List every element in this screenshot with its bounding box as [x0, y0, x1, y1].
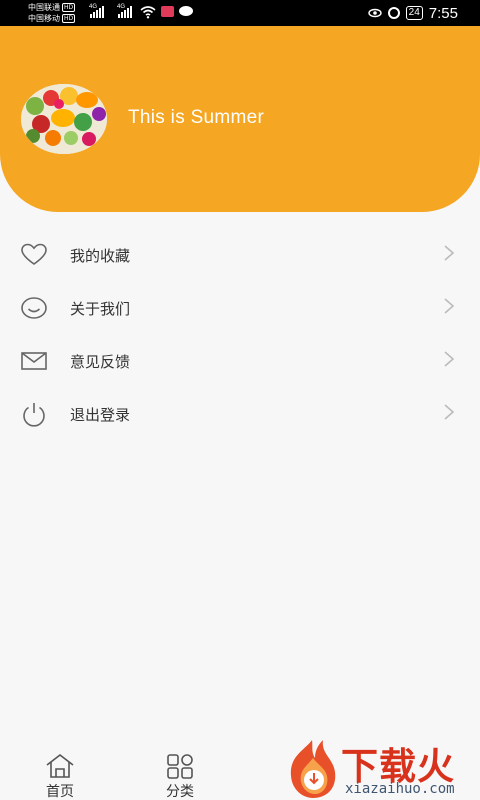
profile-header: This is Summer	[0, 26, 480, 212]
menu-item-feedback[interactable]: 意见反馈	[0, 334, 480, 387]
watermark: 下载火 xiazaihuo.com	[283, 736, 480, 800]
power-icon	[23, 403, 45, 427]
category-icon	[167, 754, 193, 779]
carrier-info: 中国联通 HD 中国移动 HD	[28, 2, 76, 24]
status-time: 7:55	[428, 4, 458, 22]
hd-badge: HD	[62, 14, 76, 23]
battery-indicator: 24	[405, 6, 423, 20]
tab-home[interactable]: 首页	[30, 746, 90, 800]
carrier-2-label: 中国移动	[28, 14, 60, 23]
status-bar: 中国联通 HD 中国移动 HD 4G 4G 24 7:55	[0, 0, 480, 26]
wifi-icon	[140, 6, 156, 19]
fruit-basket-image	[21, 84, 107, 154]
smile-icon	[21, 297, 47, 319]
signal-2-icon: 4G	[117, 4, 132, 18]
avatar[interactable]	[21, 84, 107, 154]
menu-item-about[interactable]: 关于我们	[0, 281, 480, 334]
menu-item-label: 我的收藏	[70, 247, 131, 265]
signal-1-icon: 4G	[89, 4, 104, 18]
menu-item-label: 意见反馈	[70, 353, 131, 371]
heart-icon	[21, 243, 47, 265]
tab-category-label: 分类	[166, 784, 194, 800]
menu-item-favorites[interactable]: 我的收藏	[0, 228, 480, 281]
tab-home-label: 首页	[46, 784, 74, 800]
carrier-1-label: 中国联通	[28, 3, 60, 12]
notification-app-icon	[161, 6, 174, 17]
home-icon	[46, 753, 74, 778]
menu-item-label: 关于我们	[70, 300, 131, 318]
settings-menu: 我的收藏 关于我们 意见反馈 退出登录	[0, 228, 480, 440]
menu-item-label: 退出登录	[70, 406, 131, 424]
alarm-icon	[387, 7, 400, 19]
tab-category[interactable]: 分类	[150, 746, 210, 800]
chevron-right-icon	[444, 298, 455, 314]
flame-logo-icon	[290, 740, 336, 798]
menu-item-logout[interactable]: 退出登录	[0, 387, 480, 440]
mail-icon	[21, 352, 47, 370]
chevron-right-icon	[444, 245, 455, 261]
chevron-right-icon	[444, 404, 455, 420]
profile-name: This is Summer	[128, 107, 265, 128]
hd-badge: HD	[62, 3, 76, 12]
eye-comfort-icon	[367, 8, 382, 18]
chevron-right-icon	[444, 351, 455, 367]
watermark-subtitle: xiazaihuo.com	[345, 781, 455, 797]
message-icon	[179, 6, 193, 16]
